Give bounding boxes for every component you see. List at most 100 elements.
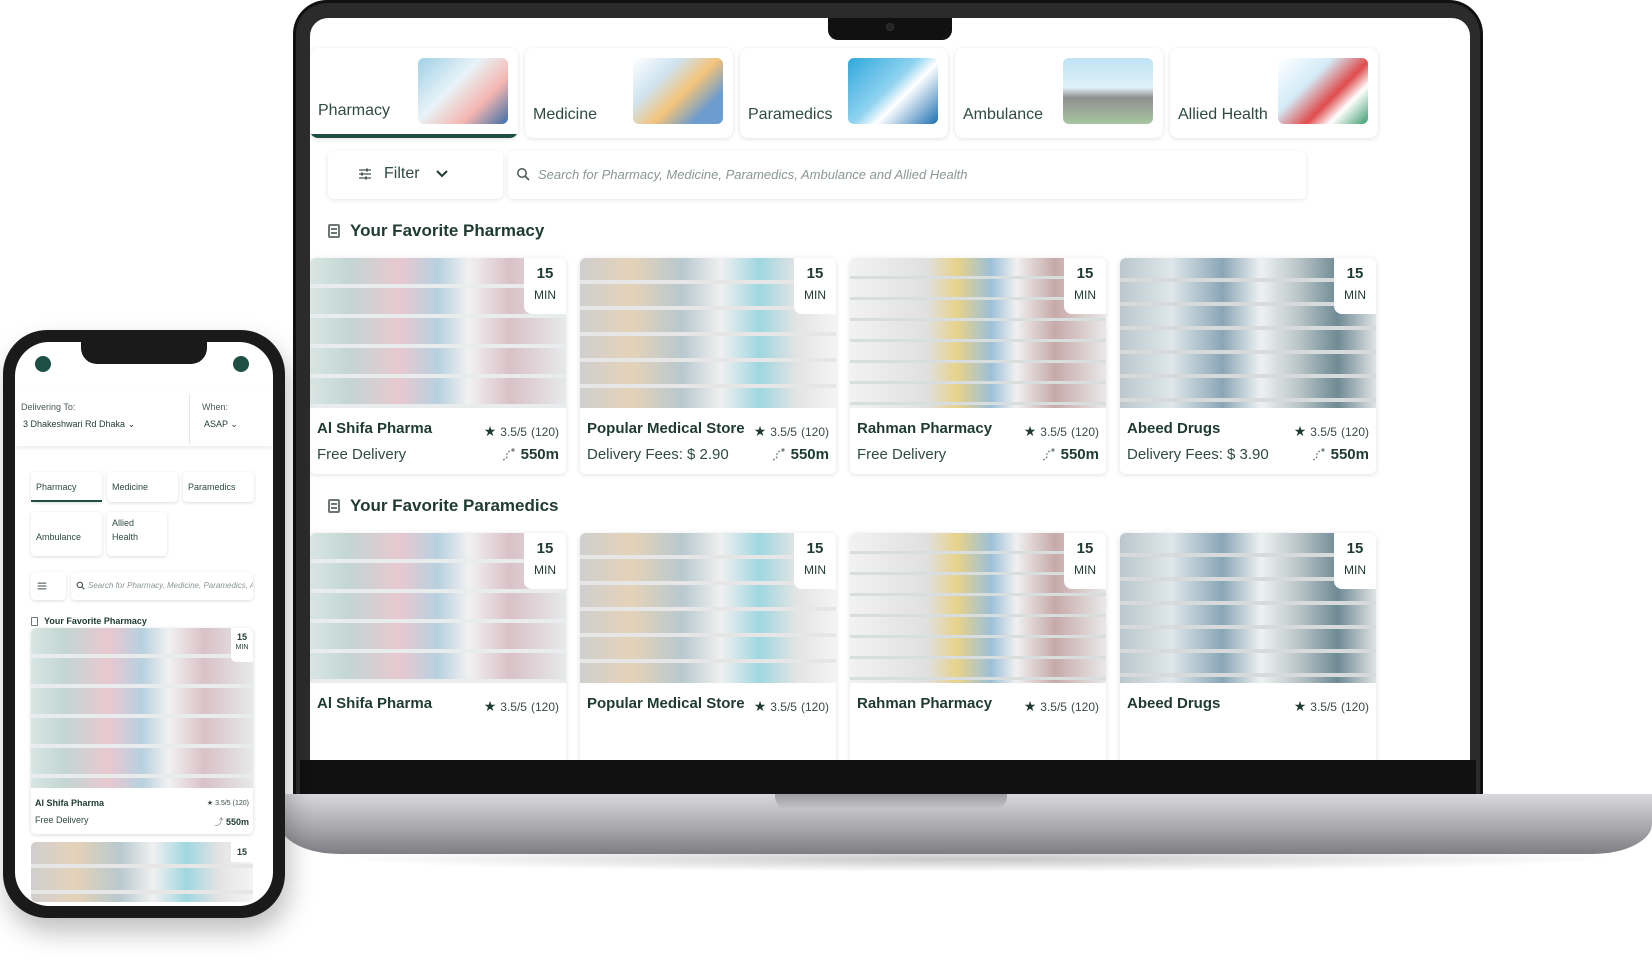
paramedic-card[interactable]: 15 MIN Al Shifa Pharma ★ 3.5/5 (120) bbox=[310, 533, 566, 760]
store-icon bbox=[31, 616, 38, 626]
search-placeholder: Search for Pharmacy, Medicine, Paramedic… bbox=[538, 167, 968, 182]
route-icon bbox=[1042, 447, 1055, 461]
tab-allied-health[interactable]: Allied Health bbox=[107, 512, 167, 556]
tab-label: Pharmacy bbox=[36, 482, 77, 492]
tab-paramedics[interactable]: Paramedics bbox=[740, 48, 948, 138]
section-title-favorite-pharmacy: Your Favorite Pharmacy bbox=[31, 616, 147, 626]
address-value: 3 Dhakeshwari Rd Dhaka bbox=[23, 419, 126, 429]
rating: ★ 3.5/5 (120) bbox=[1294, 423, 1369, 440]
paramedic-card[interactable]: 15 MIN Abeed Drugs ★ 3.5/5 (120) bbox=[1120, 533, 1376, 760]
eta-badge: 15 MIN bbox=[1064, 533, 1106, 589]
eta-unit: MIN bbox=[534, 288, 556, 302]
eta-value: 15 bbox=[1076, 540, 1094, 557]
filter-button[interactable] bbox=[31, 572, 66, 600]
review-count: (120) bbox=[1340, 424, 1369, 439]
paramedic-card[interactable]: 15 MIN Popular Medical Store ★ 3.5/5 (120) bbox=[580, 533, 836, 760]
pharmacy-card[interactable]: 15 MIN Abeed Drugs ★ 3.5/5 (120) Delivery F… bbox=[1120, 258, 1376, 474]
tab-allied-health[interactable]: Allied Health bbox=[1170, 48, 1378, 138]
star-icon: ★ bbox=[483, 423, 497, 439]
store-name: Al Shifa Pharma bbox=[35, 798, 105, 808]
laptop-base bbox=[280, 794, 1652, 854]
section-title-text: Your Favorite Pharmacy bbox=[350, 221, 545, 240]
tab-label: Medicine bbox=[112, 482, 149, 492]
star-icon: ★ bbox=[483, 698, 497, 714]
profile-icon[interactable] bbox=[35, 356, 51, 372]
desktop-screen: Pharmacy Medicine Paramedics Ambulance A… bbox=[310, 18, 1470, 760]
eta-unit: MIN bbox=[804, 288, 826, 302]
filter-button[interactable]: Filter bbox=[328, 151, 503, 199]
camera-icon bbox=[886, 23, 894, 31]
route-icon: ⤴ bbox=[214, 817, 224, 827]
rating-value: 3.5/5 bbox=[1040, 699, 1067, 714]
route-icon bbox=[502, 447, 515, 461]
when-select[interactable]: ASAP ⌄ bbox=[204, 419, 238, 430]
address-select[interactable]: 3 Dhakeshwari Rd Dhaka ⌄ bbox=[23, 419, 135, 430]
star-icon: ★ bbox=[753, 698, 767, 714]
rating-value: 3.5/5 bbox=[1040, 424, 1067, 439]
tab-label: Ambulance bbox=[36, 532, 82, 542]
delivery-bar: Delivering To: 3 Dhakeshwari Rd Dhaka ⌄ … bbox=[15, 390, 273, 446]
review-count: (120) bbox=[1070, 699, 1099, 714]
store-photo: 15 MIN bbox=[1120, 258, 1376, 408]
pharmacy-card[interactable]: 15 MIN Al Shifa Pharma ★ 3.5/5 (120) Free… bbox=[31, 628, 253, 834]
store-name: Rahman Pharmacy bbox=[857, 695, 993, 712]
eta-value: 15 bbox=[806, 540, 824, 557]
tab-ambulance[interactable]: Ambulance bbox=[955, 48, 1163, 138]
review-count: (120) bbox=[800, 699, 829, 714]
store-icon bbox=[328, 499, 340, 513]
search-placeholder: Search for Pharmacy, Medicine, Paramedic… bbox=[88, 581, 253, 590]
rating-value: 3.5/5 bbox=[500, 699, 527, 714]
store-name: Al Shifa Pharma bbox=[317, 420, 433, 437]
pharmacy-card[interactable]: 15 MIN Popular Medical Store ★ 3.5/5 (120) … bbox=[580, 258, 836, 474]
star-icon: ★ bbox=[1023, 698, 1037, 714]
tab-label: Allied Health bbox=[112, 518, 139, 543]
route-icon bbox=[1312, 447, 1325, 461]
tab-medicine[interactable]: Medicine bbox=[525, 48, 733, 138]
tab-medicine[interactable]: Medicine bbox=[107, 472, 178, 502]
rating: ★ 3.5/5 (120) bbox=[484, 423, 559, 440]
pharmacy-card[interactable]: 15 bbox=[31, 842, 253, 902]
rating: ★ 3.5/5 (120) bbox=[1024, 423, 1099, 440]
search-input[interactable]: Search for Pharmacy, Medicine, Paramedic… bbox=[71, 572, 253, 600]
rating-value: 3.5/5 bbox=[215, 800, 231, 807]
tab-pharmacy[interactable]: Pharmacy bbox=[31, 472, 102, 502]
tab-pharmacy[interactable]: Pharmacy bbox=[310, 48, 518, 138]
store-photo: 15 MIN bbox=[310, 533, 566, 683]
distance-value: 550m bbox=[225, 817, 249, 827]
tab-paramedics[interactable]: Paramedics bbox=[183, 472, 254, 502]
store-name: Al Shifa Pharma bbox=[317, 695, 433, 712]
distance: 550m bbox=[1041, 446, 1099, 463]
eta-value: 15 bbox=[1346, 540, 1364, 557]
paramedics-illustration bbox=[848, 58, 938, 124]
eta-badge: 15 MIN bbox=[1334, 258, 1376, 314]
section-title-favorite-pharmacy: Your Favorite Pharmacy bbox=[328, 221, 544, 241]
eta-unit: MIN bbox=[1074, 288, 1096, 302]
when-label: When: bbox=[202, 402, 229, 412]
rating-value: 3.5/5 bbox=[1310, 699, 1337, 714]
store-name: Rahman Pharmacy bbox=[857, 420, 993, 437]
rating-value: 3.5/5 bbox=[770, 699, 797, 714]
pharmacy-card[interactable]: 15 MIN Rahman Pharmacy ★ 3.5/5 (120) Free D… bbox=[850, 258, 1106, 474]
section-title-favorite-paramedics: Your Favorite Paramedics bbox=[328, 496, 559, 516]
store-photo: 15 MIN bbox=[580, 533, 836, 683]
section-title-text: Your Favorite Paramedics bbox=[350, 496, 559, 515]
review-count: (120) bbox=[1070, 424, 1099, 439]
eta-value: 15 bbox=[236, 632, 247, 642]
paramedic-card[interactable]: 15 MIN Rahman Pharmacy ★ 3.5/5 (120) bbox=[850, 533, 1106, 760]
eta-unit: MIN bbox=[1074, 563, 1096, 577]
search-icon bbox=[76, 581, 85, 590]
eta-badge: 15 MIN bbox=[794, 258, 836, 314]
distance: 550m bbox=[1311, 446, 1369, 463]
pharmacy-card[interactable]: 15 MIN Al Shifa Pharma ★ 3.5/5 (120) Free D… bbox=[310, 258, 566, 474]
distance-value: 550m bbox=[1330, 446, 1369, 463]
medicine-illustration bbox=[633, 58, 723, 124]
star-icon: ★ bbox=[1293, 423, 1307, 439]
store-icon bbox=[328, 224, 340, 238]
tab-ambulance[interactable]: Ambulance bbox=[31, 512, 102, 556]
store-photo: 15 MIN bbox=[850, 258, 1106, 408]
search-input[interactable]: Search for Pharmacy, Medicine, Paramedic… bbox=[508, 151, 1306, 199]
delivery-info: Free Delivery bbox=[857, 446, 947, 463]
tab-label: Ambulance bbox=[963, 106, 1044, 123]
rating: ★ 3.5/5 (120) bbox=[484, 698, 559, 715]
cart-icon[interactable] bbox=[233, 356, 249, 372]
